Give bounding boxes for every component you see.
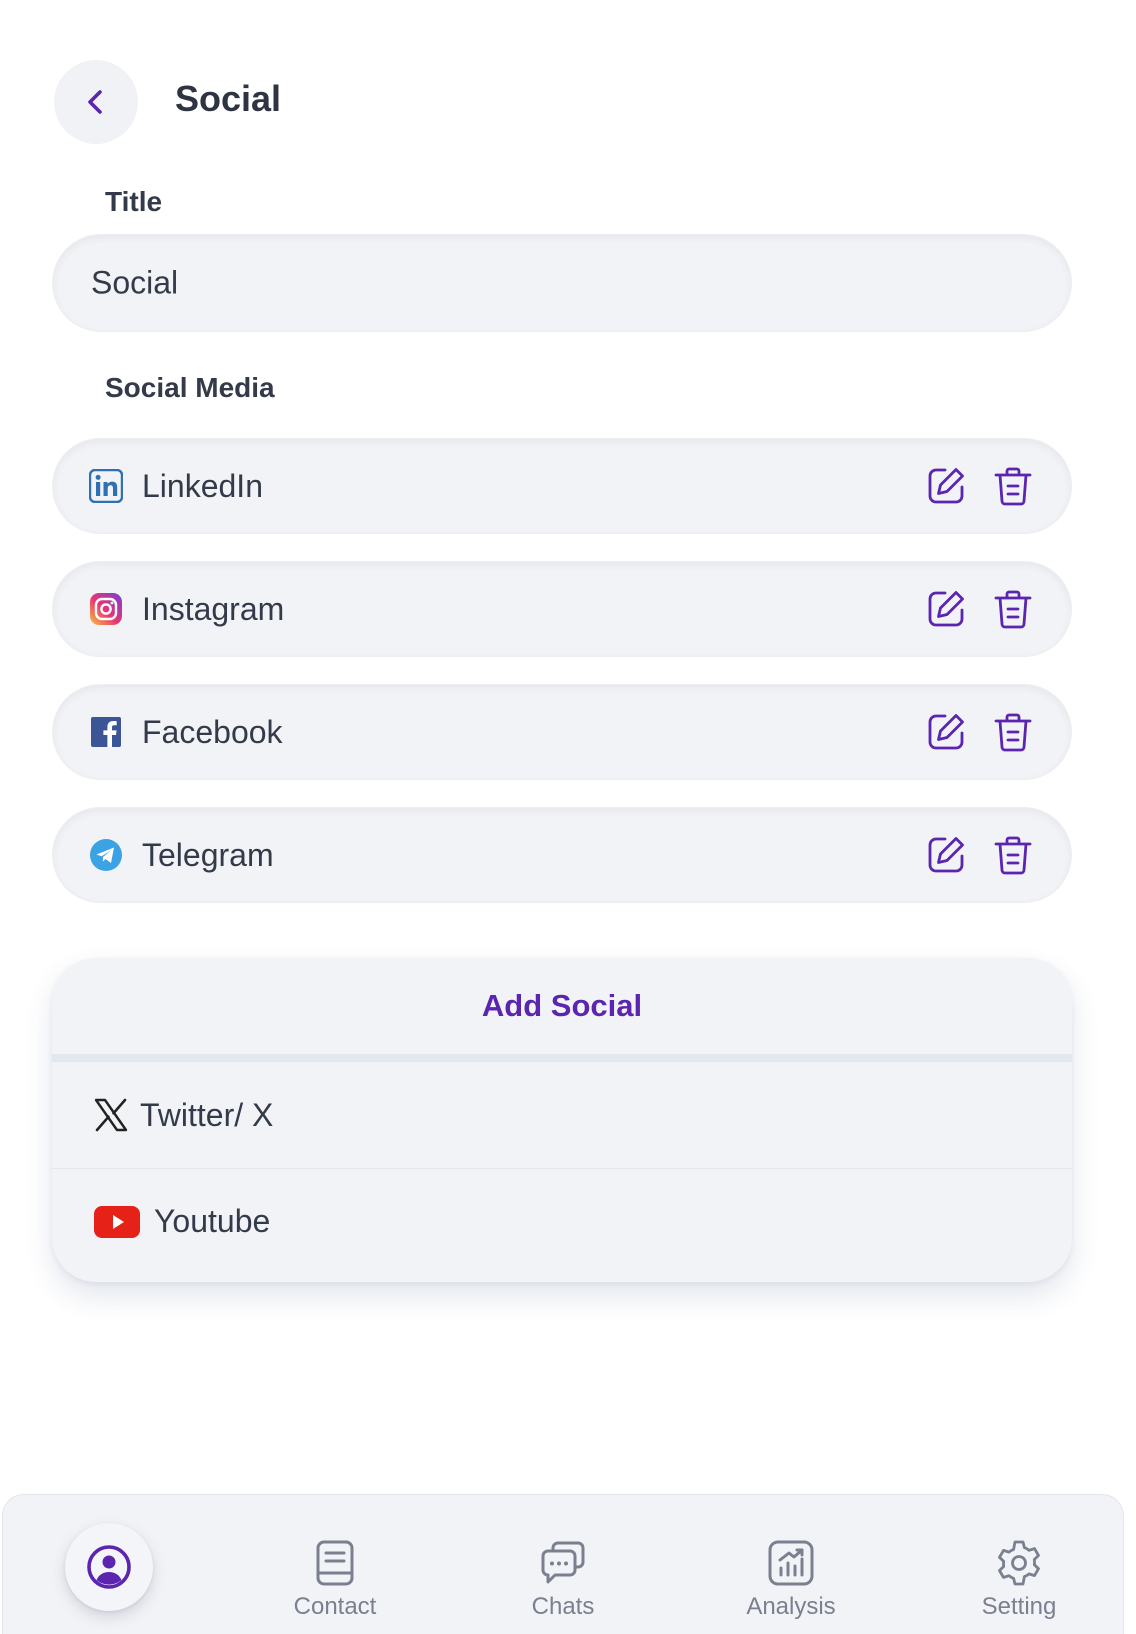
title-field[interactable] — [52, 234, 1072, 332]
contact-icon — [316, 1540, 354, 1586]
edit-icon[interactable] — [925, 711, 967, 753]
nav-item-analysis[interactable]: Analysis — [711, 1495, 871, 1634]
nav-label: Contact — [293, 1593, 377, 1620]
social-item-label: Telegram — [142, 836, 274, 873]
add-social-dropdown: Add Social Twitter/ X Youtube — [52, 958, 1072, 1282]
edit-icon[interactable] — [925, 834, 967, 876]
nav-label: Chats — [531, 1593, 595, 1620]
add-option-twitter[interactable]: Twitter/ X — [52, 1062, 1072, 1168]
youtube-icon — [94, 1205, 140, 1238]
chevron-left-icon — [88, 90, 102, 114]
linkedin-icon — [89, 469, 123, 503]
trash-icon[interactable] — [993, 711, 1033, 753]
page-title: Social — [175, 78, 282, 119]
nav-item-contact[interactable]: Contact — [255, 1495, 415, 1634]
facebook-icon — [91, 717, 121, 747]
nav-item-profile[interactable] — [65, 1523, 153, 1611]
nav-label: Setting — [981, 1593, 1057, 1620]
title-input[interactable] — [91, 264, 991, 302]
add-social-button[interactable]: Add Social — [52, 958, 1072, 1062]
x-twitter-icon — [94, 1098, 128, 1132]
analysis-icon — [768, 1540, 814, 1586]
gear-icon — [998, 1540, 1040, 1586]
social-edit-page: Social Title Social Media LinkedIn — [0, 0, 1136, 1634]
edit-icon[interactable] — [925, 465, 967, 507]
trash-icon[interactable] — [993, 834, 1033, 876]
add-option-youtube[interactable]: Youtube — [52, 1168, 1072, 1274]
bottom-nav: Contact Chats Analysis Setting — [2, 1494, 1124, 1634]
profile-icon — [87, 1545, 131, 1589]
trash-icon[interactable] — [993, 465, 1033, 507]
social-item-label: Facebook — [142, 713, 283, 750]
add-option-label: Twitter/ X — [140, 1096, 274, 1133]
social-media-label: Social Media — [105, 372, 275, 403]
social-item-facebook[interactable]: Facebook — [52, 684, 1072, 780]
social-item-label: Instagram — [142, 590, 285, 627]
telegram-icon — [90, 839, 122, 871]
nav-item-setting[interactable]: Setting — [939, 1495, 1099, 1634]
chats-icon — [541, 1541, 585, 1584]
social-item-linkedin[interactable]: LinkedIn — [52, 438, 1072, 534]
social-item-label: LinkedIn — [142, 467, 263, 504]
edit-icon[interactable] — [925, 588, 967, 630]
back-button[interactable] — [54, 60, 138, 144]
nav-item-chats[interactable]: Chats — [483, 1495, 643, 1634]
nav-label: Analysis — [746, 1593, 836, 1620]
trash-icon[interactable] — [993, 588, 1033, 630]
social-item-instagram[interactable]: Instagram — [52, 561, 1072, 657]
instagram-icon — [90, 593, 122, 625]
add-option-label: Youtube — [154, 1203, 271, 1239]
title-label: Title — [105, 186, 163, 217]
social-item-telegram[interactable]: Telegram — [52, 807, 1072, 903]
